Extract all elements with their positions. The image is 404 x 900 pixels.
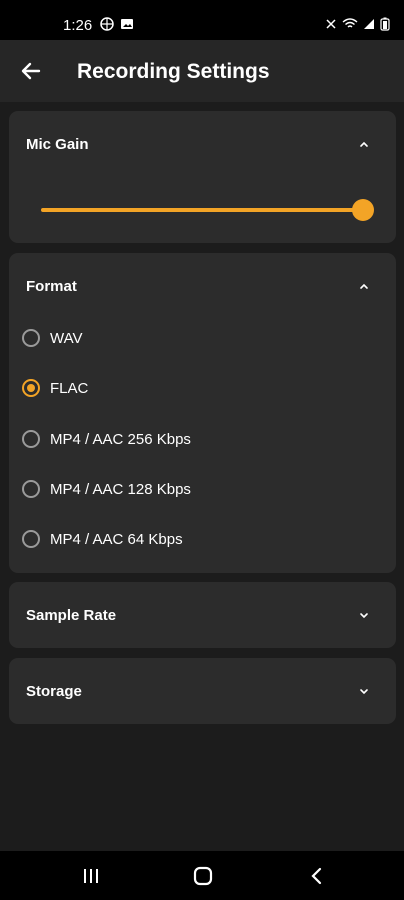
- format-option-aac-128[interactable]: MP4 / AAC 128 Kbps: [22, 471, 392, 507]
- format-option-label: MP4 / AAC 128 Kbps: [50, 480, 191, 498]
- format-option-flac[interactable]: FLAC: [22, 370, 392, 406]
- chevron-up-icon[interactable]: [358, 280, 370, 292]
- radio-button[interactable]: [22, 530, 40, 548]
- network-icon: [100, 17, 114, 31]
- signal-icon: [364, 19, 374, 29]
- wifi-icon: [342, 18, 358, 28]
- mic-gain-card: Mic Gain: [9, 111, 396, 243]
- home-icon[interactable]: [190, 863, 216, 889]
- battery-icon: [380, 17, 390, 31]
- radio-button-selected[interactable]: [22, 379, 40, 397]
- alarm-icon: [326, 19, 336, 29]
- sample-rate-title[interactable]: Sample Rate: [26, 607, 116, 624]
- radio-button[interactable]: [22, 480, 40, 498]
- format-option-label: MP4 / AAC 64 Kbps: [50, 530, 183, 548]
- arrow-left-icon[interactable]: [18, 58, 44, 84]
- format-option-aac-256[interactable]: MP4 / AAC 256 Kbps: [22, 421, 392, 457]
- format-option-wav[interactable]: WAV: [22, 320, 392, 356]
- sample-rate-card[interactable]: Sample Rate: [9, 582, 396, 648]
- gallery-icon: [121, 19, 133, 29]
- storage-title[interactable]: Storage: [26, 683, 82, 700]
- system-nav-bar: [0, 851, 404, 900]
- mic-gain-slider-track[interactable]: [41, 208, 363, 212]
- chevron-down-icon[interactable]: [358, 685, 370, 697]
- mic-gain-slider-thumb[interactable]: [352, 199, 374, 221]
- format-option-label: MP4 / AAC 256 Kbps: [50, 430, 191, 448]
- chevron-down-icon[interactable]: [358, 609, 370, 621]
- app-bar: Recording Settings: [0, 40, 404, 102]
- radio-button[interactable]: [22, 329, 40, 347]
- status-bar: 1:26: [0, 0, 404, 40]
- mic-gain-title[interactable]: Mic Gain: [26, 136, 89, 153]
- storage-card[interactable]: Storage: [9, 658, 396, 724]
- format-card: Format WAV FLAC MP4 / AAC 256 Kbps MP4 /…: [9, 253, 396, 573]
- status-time: 1:26: [63, 17, 93, 34]
- nav-back-icon[interactable]: [304, 863, 330, 889]
- recent-apps-icon[interactable]: [78, 863, 104, 889]
- format-title[interactable]: Format: [26, 278, 77, 295]
- page-title: Recording Settings: [77, 60, 270, 83]
- format-option-aac-64[interactable]: MP4 / AAC 64 Kbps: [22, 521, 392, 557]
- chevron-up-icon[interactable]: [358, 138, 370, 150]
- format-option-label: WAV: [50, 329, 83, 347]
- format-option-label: FLAC: [50, 379, 89, 397]
- radio-button[interactable]: [22, 430, 40, 448]
